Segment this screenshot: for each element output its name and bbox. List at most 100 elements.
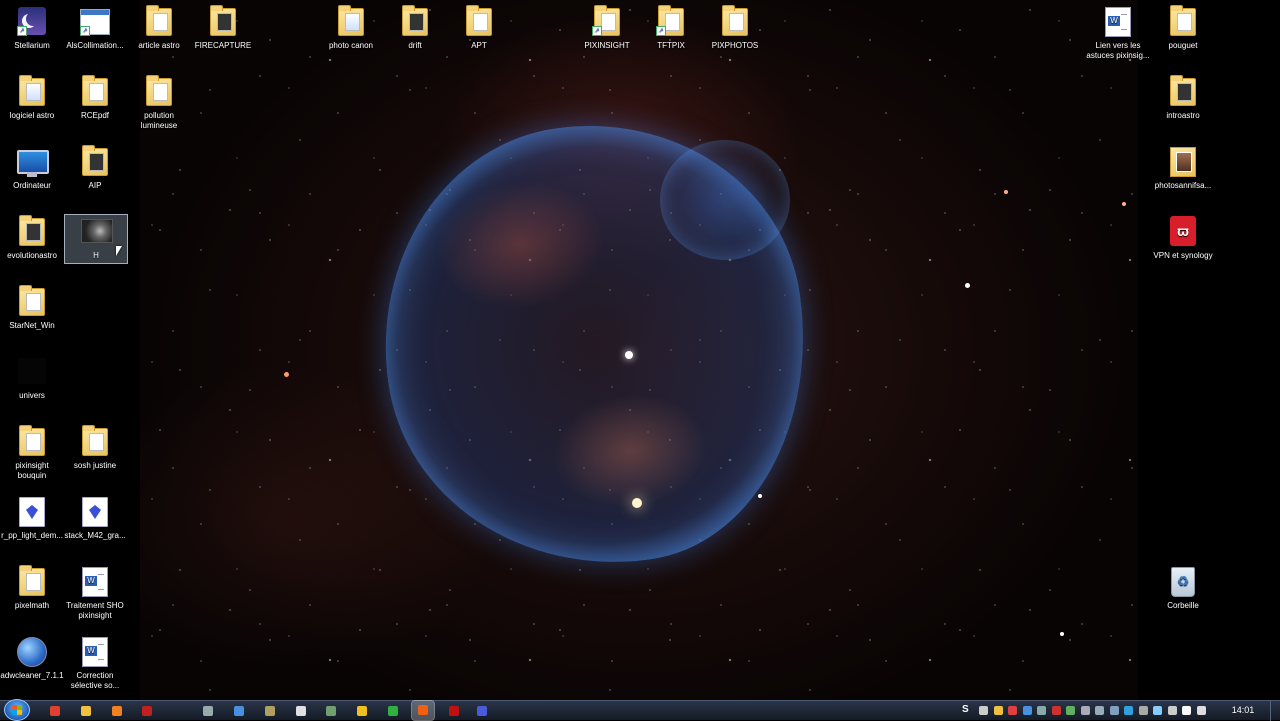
folder-icon	[19, 425, 45, 456]
taskbar-button-green-app[interactable]	[384, 703, 400, 719]
desktop-icon-apt[interactable]: APT	[447, 0, 511, 66]
desktop-icon-drift[interactable]: drift	[383, 0, 447, 66]
taskbar-button-filezilla[interactable]	[138, 703, 154, 719]
taskbar-button-tools[interactable]	[261, 703, 277, 719]
tray-signal-icon[interactable]	[1182, 706, 1191, 715]
desktop-icon-pixinsight-bouquin[interactable]: pixinsight bouquin	[0, 420, 64, 486]
icon-label: photosannifsa...	[1154, 181, 1212, 190]
desktop-icon-introastro[interactable]: introastro	[1151, 70, 1215, 136]
taskbar-button-vlc[interactable]	[108, 703, 124, 719]
icon-label: introastro	[1166, 111, 1200, 120]
tray-norton-icon[interactable]	[993, 706, 1003, 715]
desktop-icon-alscollimation[interactable]: ↗ AlsCollimation...	[63, 0, 127, 66]
bright-star	[1122, 202, 1126, 206]
icon-label: evolutionastro	[7, 251, 57, 260]
tray-s-icon[interactable]: S	[962, 704, 969, 715]
desktop-icon-evolutionastro[interactable]: evolutionastro	[0, 210, 64, 276]
tray-volume-icon[interactable]	[1196, 706, 1206, 715]
icon-label: Correction sélective so...	[70, 671, 120, 690]
desktop-icon-photosannifsa[interactable]: photosannifsa...	[1151, 140, 1215, 206]
show-desktop-button[interactable]	[1270, 701, 1280, 721]
desktop-icon-ordinateur[interactable]: Ordinateur	[0, 140, 64, 206]
taskbar-button-monitor-app[interactable]	[230, 703, 246, 719]
taskbar-button-network[interactable]	[322, 703, 338, 719]
taskbar: S 14:01	[0, 699, 1280, 721]
desktop-icon-h[interactable]: H	[64, 214, 128, 264]
desktop-icon-tftpix[interactable]: ↗ TFTPIX	[639, 0, 703, 66]
desktop-icon-lien-astuces[interactable]: Lien vers les astuces pixinsig...	[1086, 0, 1150, 66]
desktop-icon-vpn-synology[interactable]: ϖ VPN et synology	[1151, 210, 1215, 276]
icon-label: PIXPHOTOS	[711, 41, 759, 50]
tray-bluetooth-icon[interactable]	[1153, 706, 1162, 715]
tray-network-drive-icon[interactable]	[1022, 706, 1032, 715]
desktop-icon-stack-m42[interactable]: stack_M42_gra...	[63, 490, 127, 556]
desktop-icon-logiciel-astro[interactable]: logiciel astro	[0, 70, 64, 136]
desktop-icon-pixphotos[interactable]: PIXPHOTOS	[703, 0, 767, 66]
tray-adobe-icon[interactable]	[1051, 706, 1061, 715]
desktop-icon-pollution-lumineuse[interactable]: pollution lumineuse	[127, 70, 191, 136]
desktop-icon-pouguet[interactable]: pouguet	[1151, 0, 1215, 66]
word-document-icon	[82, 637, 108, 667]
icon-label: Traitement SHO pixinsight	[66, 601, 124, 620]
desktop-icon-article-astro[interactable]: article astro	[127, 0, 191, 66]
desktop-icon-firecapture[interactable]: FIRECAPTURE	[191, 0, 255, 66]
mouse-cursor	[116, 246, 122, 256]
desktop-icon-correction-selective[interactable]: Correction sélective so...	[63, 630, 127, 696]
desktop-icon-sosh-justine[interactable]: sosh justine	[63, 420, 127, 486]
clock[interactable]: 14:01	[1226, 705, 1260, 715]
tray-monitor-icon[interactable]	[1095, 706, 1104, 715]
desktop-icon-aip[interactable]: AIP	[63, 140, 127, 206]
wallpaper-nebula	[140, 0, 1138, 700]
icon-label: sosh justine	[73, 461, 117, 470]
desktop-icon-photo-canon[interactable]: photo canon	[319, 0, 383, 66]
desktop-icon-traitement-sho[interactable]: Traitement SHO pixinsight	[63, 560, 127, 626]
taskbar-button-chrome[interactable]	[292, 703, 308, 719]
icon-label: Lien vers les astuces pixinsig...	[1086, 41, 1150, 60]
tools-icon	[265, 706, 275, 716]
shortcut-arrow-icon: ↗	[592, 26, 602, 36]
taskbar-button-firefox[interactable]	[411, 700, 435, 721]
tray-dropbox-icon[interactable]	[979, 706, 988, 715]
bright-star	[758, 494, 762, 498]
tray-update-icon[interactable]	[1066, 706, 1075, 715]
taskbar-button-norton[interactable]	[353, 703, 369, 719]
desktop-icon-univers[interactable]: univers	[0, 350, 64, 416]
taskbar-button-media-player[interactable]	[46, 703, 62, 719]
network-icon	[326, 706, 336, 716]
icon-label: adwcleaner_7.1.1	[0, 671, 64, 680]
tray-sync-icon[interactable]	[1037, 706, 1046, 715]
tray-power-icon[interactable]	[1167, 706, 1177, 715]
start-button[interactable]	[4, 699, 30, 721]
bright-star	[1060, 632, 1064, 636]
bright-star	[625, 351, 633, 359]
desktop-icon-starnet-win[interactable]: StarNet_Win	[0, 280, 64, 346]
desktop-icon-adwcleaner[interactable]: adwcleaner_7.1.1	[0, 630, 64, 696]
taskbar-button-pixinsight[interactable]	[473, 703, 489, 719]
bright-star	[284, 372, 289, 377]
tray-cloud-icon[interactable]	[1109, 706, 1119, 715]
desktop-icon-pixinsight-folder[interactable]: ↗ PIXINSIGHT	[575, 0, 639, 66]
icon-label: pixelmath	[14, 601, 50, 610]
icon-label: PIXINSIGHT	[584, 41, 630, 50]
icon-label: FIRECAPTURE	[194, 41, 252, 50]
icon-label: Ordinateur	[13, 181, 51, 190]
icon-label: r_pp_light_dem...	[1, 531, 63, 540]
pixinsight-file-icon	[19, 497, 45, 527]
folder-icon	[82, 75, 108, 106]
tray-usb-icon[interactable]	[1080, 706, 1090, 715]
desktop-icon-corbeille[interactable]: Corbeille	[1151, 560, 1215, 626]
icon-label: pollution lumineuse	[140, 111, 178, 130]
tray-flag-icon[interactable]	[1138, 706, 1148, 715]
tray-antivirus-icon[interactable]	[1008, 706, 1017, 715]
taskbar-button-audio[interactable]	[199, 703, 215, 719]
taskbar-button-acrobat[interactable]	[445, 703, 461, 719]
bright-star	[965, 283, 970, 288]
icon-label: article astro	[138, 41, 180, 50]
desktop-icon-rcepdf[interactable]: RCEpdf	[63, 70, 127, 136]
taskbar-button-explorer[interactable]	[77, 703, 93, 719]
desktop-icon-pixelmath[interactable]: pixelmath	[0, 560, 64, 626]
folder-icon	[19, 285, 45, 316]
desktop-icon-r-pp-light[interactable]: r_pp_light_dem...	[0, 490, 64, 556]
desktop-icon-stellarium[interactable]: ↗ Stellarium	[0, 0, 64, 66]
tray-action-center-icon[interactable]	[1124, 706, 1133, 715]
